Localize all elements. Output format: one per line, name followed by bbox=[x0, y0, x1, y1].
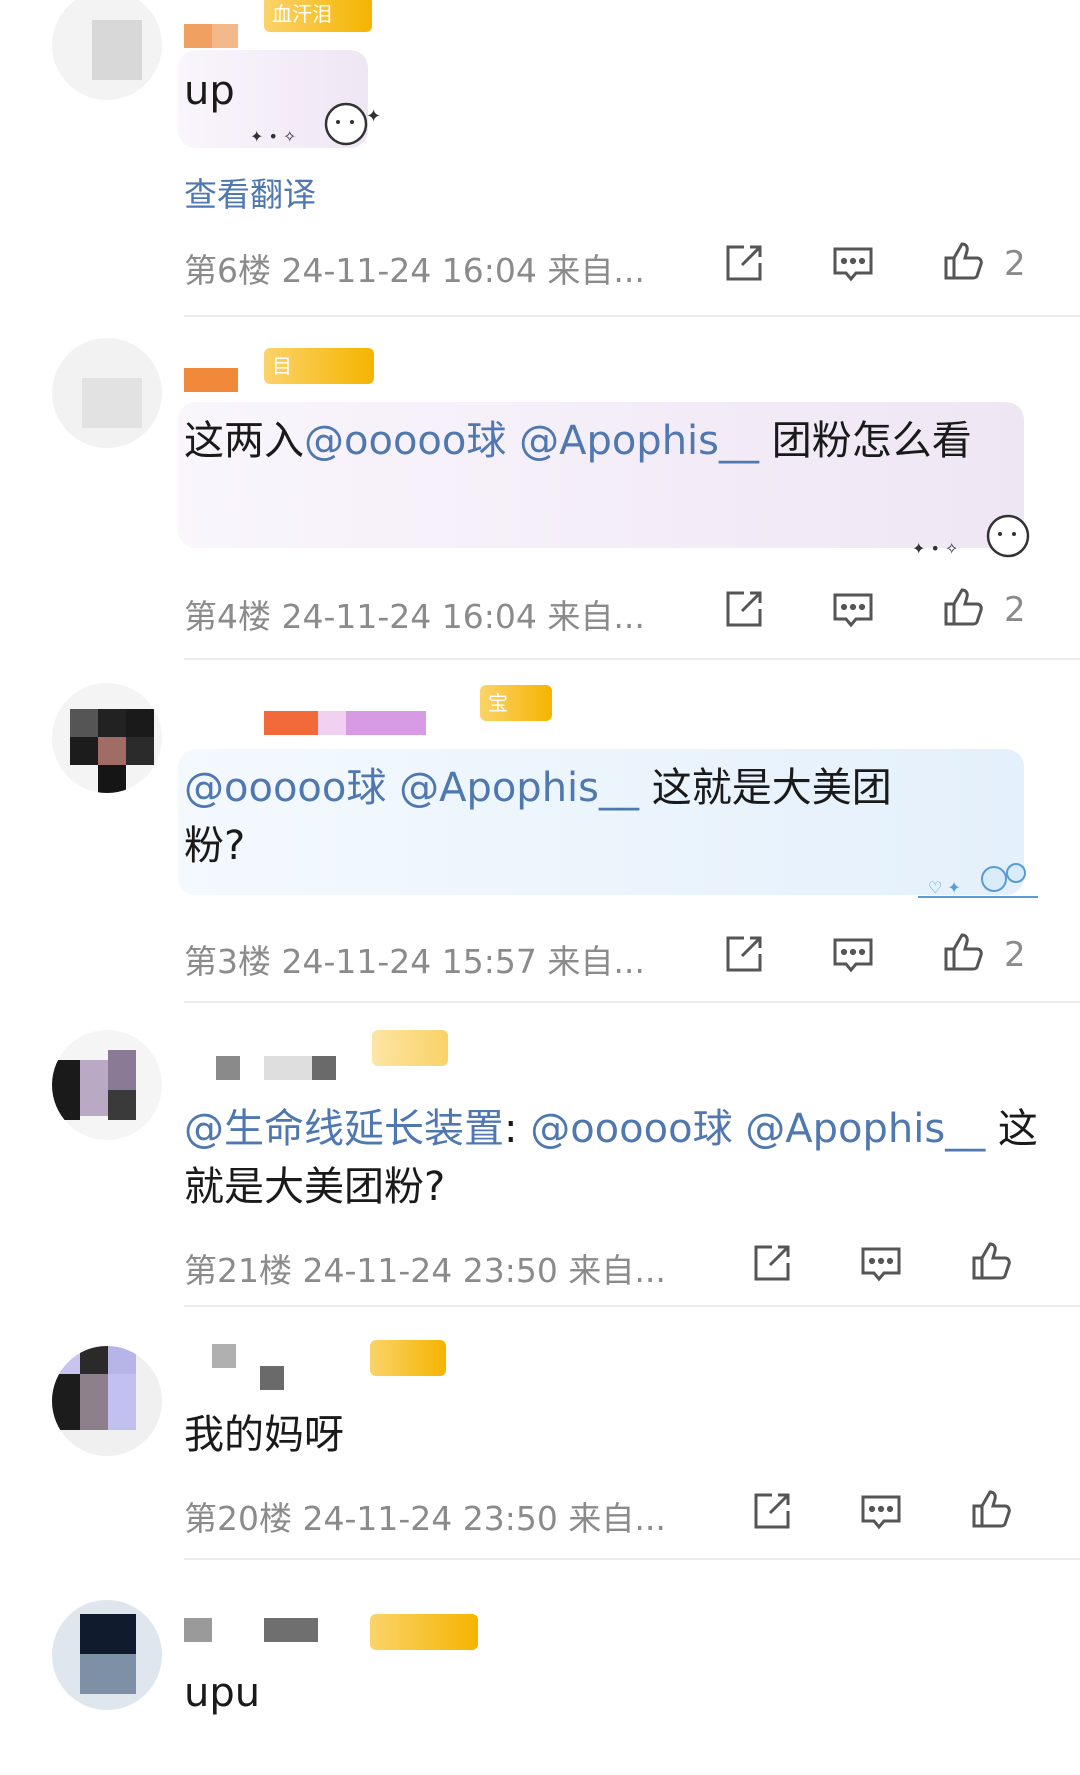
mention-link[interactable]: @ooooo球 @Apophis__ bbox=[304, 418, 759, 464]
reply-icon[interactable] bbox=[830, 587, 876, 633]
share-icon[interactable] bbox=[720, 241, 766, 287]
bear-sticker: ✦ • ✧ ✦ bbox=[250, 102, 381, 146]
mention-link[interactable]: @ooooo球 @Apophis__ bbox=[530, 1106, 985, 1152]
mention-link[interactable]: @生命线延长装置 bbox=[184, 1106, 504, 1152]
comment-text: 这两入@ooooo球 @Apophis__ 团粉怎么看 bbox=[184, 418, 972, 464]
source-label: 来自... bbox=[547, 597, 645, 636]
comment-meta: 第4楼 24-11-24 16:04 来自... bbox=[184, 590, 645, 638]
reply-icon[interactable] bbox=[858, 1241, 904, 1287]
share-icon[interactable] bbox=[748, 1489, 794, 1535]
avatar[interactable] bbox=[52, 1346, 162, 1456]
avatar[interactable] bbox=[52, 0, 162, 100]
bear-sticker: ✦ • ✧ bbox=[912, 514, 1030, 558]
comment-partial: upu bbox=[0, 1560, 1080, 1775]
source-label: 来自... bbox=[568, 1251, 666, 1290]
like-icon[interactable] bbox=[940, 584, 986, 630]
like-icon[interactable] bbox=[940, 238, 986, 284]
share-icon[interactable] bbox=[720, 587, 766, 633]
divider bbox=[184, 1305, 1080, 1307]
like-count: 2 bbox=[1004, 590, 1026, 630]
divider bbox=[184, 315, 1080, 317]
comment-text: @ooooo球 @Apophis__ 这就是大美团粉? bbox=[184, 765, 892, 869]
like-count: 2 bbox=[1004, 244, 1026, 284]
avatar[interactable] bbox=[52, 338, 162, 448]
comment-meta: 第20楼 24-11-24 23:50 来自... bbox=[184, 1492, 666, 1540]
user-badge bbox=[370, 1614, 478, 1650]
mention-link[interactable]: @ooooo球 @Apophis__ bbox=[184, 765, 639, 811]
divider bbox=[184, 658, 1080, 660]
comment-meta: 第3楼 24-11-24 15:57 来自... bbox=[184, 935, 645, 983]
divider bbox=[184, 1001, 1080, 1003]
like-icon[interactable] bbox=[968, 1238, 1014, 1284]
user-badge: 血汗泪 bbox=[264, 0, 372, 32]
floor-number: 第6楼 bbox=[184, 251, 271, 290]
comment-floor-6: 血汗泪 up ✦ • ✧ ✦ 查看翻译 第6楼 24-11-24 16:04 来… bbox=[0, 0, 1080, 318]
comment-meta: 第6楼 24-11-24 16:04 来自... bbox=[184, 244, 645, 292]
avatar[interactable] bbox=[52, 683, 162, 793]
comment-floor-21: @生命线延长装置: @ooooo球 @Apophis__ 这就是大美团粉? 第2… bbox=[0, 1008, 1080, 1308]
floor-number: 第21楼 bbox=[184, 1251, 292, 1290]
reply-icon[interactable] bbox=[858, 1489, 904, 1535]
source-label: 来自... bbox=[547, 251, 645, 290]
svg-text:✦: ✦ bbox=[366, 106, 381, 127]
reply-icon[interactable] bbox=[830, 932, 876, 978]
comment-text: upu bbox=[184, 1670, 261, 1716]
comment-floor-4: 目 这两入@ooooo球 @Apophis__ 团粉怎么看 ✦ • ✧ 第4楼 … bbox=[0, 318, 1080, 663]
timestamp: 24-11-24 16:04 bbox=[281, 251, 537, 290]
like-icon[interactable] bbox=[968, 1486, 1014, 1532]
like-icon[interactable] bbox=[940, 929, 986, 975]
user-badge bbox=[372, 1030, 448, 1066]
source-label: 来自... bbox=[547, 942, 645, 981]
comment-text: @生命线延长装置: @ooooo球 @Apophis__ 这就是大美团粉? bbox=[184, 1106, 1038, 1210]
reply-icon[interactable] bbox=[830, 241, 876, 287]
share-icon[interactable] bbox=[720, 932, 766, 978]
user-badge bbox=[370, 1340, 446, 1376]
avatar[interactable] bbox=[52, 1030, 162, 1140]
timestamp: 24-11-24 15:57 bbox=[281, 942, 537, 981]
timestamp: 24-11-24 16:04 bbox=[281, 597, 537, 636]
svg-text:♡ ✦: ♡ ✦ bbox=[928, 878, 961, 897]
svg-text:✦ • ✧: ✦ • ✧ bbox=[250, 127, 296, 146]
comment-floor-20: 我的妈呀 第20楼 24-11-24 23:50 来自... bbox=[0, 1308, 1080, 1560]
floor-number: 第3楼 bbox=[184, 942, 271, 981]
svg-text:✦ • ✧: ✦ • ✧ bbox=[912, 539, 958, 558]
timestamp: 24-11-24 23:50 bbox=[302, 1251, 558, 1290]
share-icon[interactable] bbox=[748, 1241, 794, 1287]
avatar[interactable] bbox=[52, 1600, 162, 1710]
comment-floor-3: 宝 @ooooo球 @Apophis__ 这就是大美团粉? ♡ ✦ 第3楼 24… bbox=[0, 663, 1080, 1008]
timestamp: 24-11-24 23:50 bbox=[302, 1499, 558, 1538]
cloud-sticker: ♡ ✦ bbox=[918, 863, 1038, 898]
comment-meta: 第21楼 24-11-24 23:50 来自... bbox=[184, 1244, 666, 1292]
view-translation-link[interactable]: 查看翻译 bbox=[184, 168, 316, 216]
user-badge: 目 bbox=[264, 348, 374, 384]
floor-number: 第4楼 bbox=[184, 597, 271, 636]
floor-number: 第20楼 bbox=[184, 1499, 292, 1538]
user-badge: 宝 bbox=[480, 685, 552, 721]
source-label: 来自... bbox=[568, 1499, 666, 1538]
comment-text: 我的妈呀 bbox=[184, 1412, 344, 1458]
like-count: 2 bbox=[1004, 935, 1026, 975]
